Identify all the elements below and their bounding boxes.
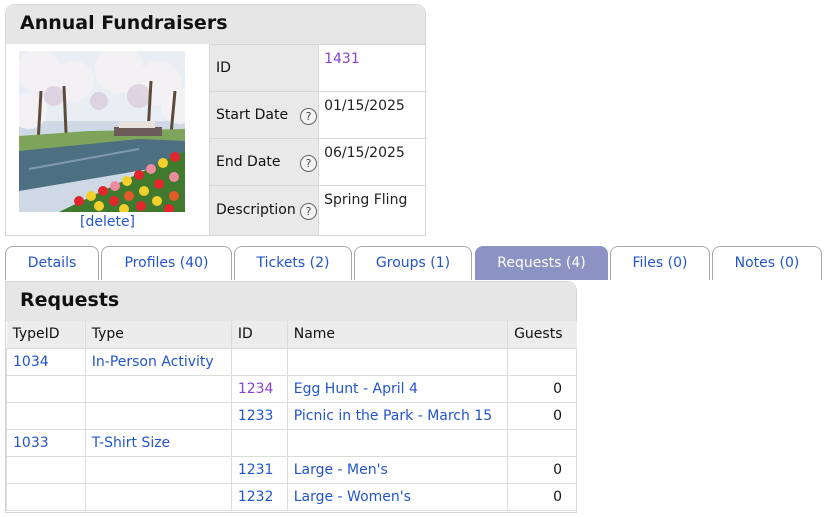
table-row: 1033 T-Shirt Size bbox=[6, 428, 577, 457]
cell-guests: 0 bbox=[507, 455, 577, 484]
table-row: 1232 Large - Women's 0 bbox=[6, 482, 577, 511]
request-name-link[interactable]: Large - Women's bbox=[294, 489, 411, 505]
cell-id: 1233 bbox=[230, 401, 288, 430]
cell-id bbox=[230, 428, 288, 457]
cell-name: Picnic in the Park - March 15 bbox=[286, 401, 509, 430]
cell-id: 1234 bbox=[230, 374, 288, 403]
field-value-cell: 1431 bbox=[318, 44, 426, 92]
field-label-description: Description bbox=[216, 202, 296, 218]
requests-panel: Requests TypeID Type ID Name Guests 1034… bbox=[5, 281, 577, 513]
table-row: 1234 Egg Hunt - April 4 0 bbox=[6, 374, 577, 403]
field-row-start-date: Start Date ? 01/15/2025 bbox=[208, 91, 426, 139]
tab-notes[interactable]: Notes (0) bbox=[712, 246, 822, 280]
cell-type bbox=[84, 401, 232, 430]
cell-typeid: 1034 bbox=[6, 347, 86, 376]
table-row: 1231 Large - Men's 0 bbox=[6, 455, 577, 484]
event-photo bbox=[19, 51, 185, 212]
col-guests: Guests bbox=[507, 321, 577, 348]
cell-name bbox=[286, 428, 509, 457]
cell-id: 1232 bbox=[230, 482, 288, 511]
field-label-cell: ID bbox=[208, 44, 320, 92]
cell-type bbox=[84, 482, 232, 511]
field-row-id: ID 1431 bbox=[208, 44, 426, 92]
type-link[interactable]: In-Person Activity bbox=[92, 354, 214, 370]
cell-name: Large - Women's bbox=[286, 482, 509, 511]
event-photo-cell: [delete] bbox=[6, 44, 209, 236]
cell-typeid bbox=[6, 374, 86, 403]
end-date-value: 06/15/2025 bbox=[318, 138, 426, 186]
help-icon[interactable]: ? bbox=[300, 155, 317, 172]
tab-files[interactable]: Files (0) bbox=[610, 246, 710, 280]
field-label-id: ID bbox=[216, 60, 231, 76]
requests-title: Requests bbox=[6, 282, 576, 321]
description-value: Spring Fling bbox=[318, 185, 426, 236]
cell-guests: 0 bbox=[507, 482, 577, 511]
tab-groups[interactable]: Groups (1) bbox=[354, 246, 472, 280]
requests-table: TypeID Type ID Name Guests 1034 In-Perso… bbox=[6, 321, 577, 511]
cell-name: Egg Hunt - April 4 bbox=[286, 374, 509, 403]
event-id-link[interactable]: 1431 bbox=[324, 51, 360, 67]
request-id-link[interactable]: 1234 bbox=[238, 381, 274, 397]
cell-name bbox=[286, 347, 509, 376]
cell-id: 1231 bbox=[230, 455, 288, 484]
event-title: Annual Fundraisers bbox=[6, 5, 425, 44]
cell-type bbox=[84, 455, 232, 484]
field-row-end-date: End Date ? 06/15/2025 bbox=[208, 138, 426, 186]
table-row: 1233 Picnic in the Park - March 15 0 bbox=[6, 401, 577, 430]
tab-profiles[interactable]: Profiles (40) bbox=[101, 246, 232, 280]
help-icon[interactable]: ? bbox=[300, 203, 317, 220]
cell-typeid bbox=[6, 455, 86, 484]
tab-tickets[interactable]: Tickets (2) bbox=[234, 246, 352, 280]
cell-typeid bbox=[6, 482, 86, 511]
cell-guests bbox=[507, 347, 577, 376]
field-label-start-date: Start Date bbox=[216, 107, 289, 123]
col-type: Type bbox=[84, 321, 232, 348]
field-label-end-date: End Date bbox=[216, 154, 281, 170]
tab-requests[interactable]: Requests (4) bbox=[475, 246, 608, 280]
start-date-value: 01/15/2025 bbox=[318, 91, 426, 139]
event-fields-table: ID 1431 Start Date ? 01/15/2025 End Date… bbox=[208, 44, 426, 236]
cell-type: T-Shirt Size bbox=[84, 428, 232, 457]
table-row: 1034 In-Person Activity bbox=[6, 347, 577, 376]
cell-guests: 0 bbox=[507, 401, 577, 430]
field-label-cell: Start Date ? bbox=[208, 91, 320, 139]
request-id-link[interactable]: 1233 bbox=[238, 408, 274, 424]
request-id-link[interactable]: 1232 bbox=[238, 489, 274, 505]
field-row-description: Description ? Spring Fling bbox=[208, 185, 426, 236]
cell-type bbox=[84, 374, 232, 403]
request-name-link[interactable]: Egg Hunt - April 4 bbox=[294, 381, 418, 397]
request-name-link[interactable]: Large - Men's bbox=[294, 462, 388, 478]
typeid-link[interactable]: 1033 bbox=[13, 435, 49, 451]
col-name: Name bbox=[286, 321, 508, 348]
help-icon[interactable]: ? bbox=[300, 108, 317, 125]
cell-id bbox=[230, 347, 288, 376]
cell-name: Large - Men's bbox=[286, 455, 509, 484]
field-label-cell: Description ? bbox=[208, 185, 320, 236]
cell-typeid: 1033 bbox=[6, 428, 86, 457]
cell-typeid bbox=[6, 401, 86, 430]
type-link[interactable]: T-Shirt Size bbox=[92, 435, 170, 451]
event-card: Annual Fundraisers [delete] ID 1431 Star… bbox=[5, 4, 426, 236]
cell-guests bbox=[507, 428, 577, 457]
request-name-link[interactable]: Picnic in the Park - March 15 bbox=[294, 408, 492, 424]
table-header-row: TypeID Type ID Name Guests bbox=[6, 321, 577, 348]
typeid-link[interactable]: 1034 bbox=[13, 354, 49, 370]
request-id-link[interactable]: 1231 bbox=[238, 462, 274, 478]
col-id: ID bbox=[230, 321, 288, 348]
col-typeid: TypeID bbox=[6, 321, 86, 348]
cell-guests: 0 bbox=[507, 374, 577, 403]
cell-type: In-Person Activity bbox=[84, 347, 232, 376]
delete-photo-link[interactable]: [delete] bbox=[6, 214, 209, 230]
field-label-cell: End Date ? bbox=[208, 138, 320, 186]
tab-details[interactable]: Details bbox=[5, 246, 99, 280]
